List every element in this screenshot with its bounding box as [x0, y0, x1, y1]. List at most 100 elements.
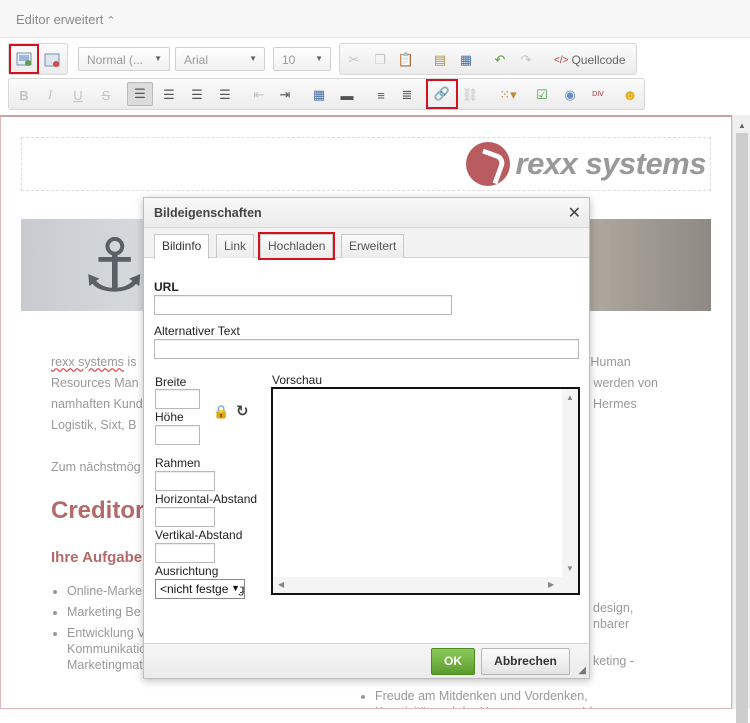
checkbox-icon: ☑: [536, 87, 548, 102]
scroll-left-icon[interactable]: ◀: [278, 580, 284, 589]
alt-text-input[interactable]: [154, 339, 579, 359]
div-button[interactable]: DIV: [588, 85, 608, 105]
reset-size-icon[interactable]: ↻: [236, 402, 249, 420]
tab-bildinfo[interactable]: Bildinfo: [154, 234, 210, 259]
preview-horizontal-scrollbar[interactable]: ◀ ▶: [273, 577, 562, 593]
paste-word-icon: ▦: [459, 52, 473, 67]
strike-icon: S: [101, 87, 111, 103]
resize-grip-icon[interactable]: ◢: [578, 665, 586, 676]
underline-button[interactable]: U: [68, 85, 88, 105]
paste-text-icon: ▤: [433, 52, 447, 67]
align-select[interactable]: <nicht festgelegt> ▼: [155, 579, 245, 599]
source-button[interactable]: </> Quellcode: [550, 49, 630, 71]
size-select[interactable]: 10 ▼: [273, 47, 331, 71]
dialog-tabs: Bildinfo Link Hochladen Erweitert: [144, 228, 589, 260]
size-select-value: 10: [282, 53, 296, 67]
image-preview: ▲ ▼ ◀ ▶: [271, 387, 580, 595]
flash-button[interactable]: [42, 50, 62, 70]
editor-scrollbar[interactable]: ▲: [732, 115, 750, 723]
image-properties-dialog: Bildeigenschaften ✕ Bildinfo Link Hochla…: [143, 197, 590, 679]
dialog-title: Bildeigenschaften: [154, 206, 262, 220]
tab-erweitert[interactable]: Erweitert: [341, 234, 405, 258]
unordered-list-button[interactable]: ≣: [397, 85, 417, 105]
anchor-icon: ⚓: [81, 224, 148, 307]
radio-icon: ◉: [564, 87, 576, 102]
paste-word-button[interactable]: ▦: [456, 50, 476, 70]
list-fragment: nbarer: [593, 617, 630, 631]
close-icon[interactable]: ✕: [568, 203, 581, 223]
radio-button[interactable]: ◉: [560, 85, 580, 105]
scroll-up-icon[interactable]: ▲: [566, 393, 574, 402]
tab-hochladen[interactable]: Hochladen: [257, 232, 336, 260]
link-button[interactable]: 🔗: [426, 79, 458, 109]
text-fragment: is: [123, 355, 137, 369]
smiley-button[interactable]: ☻: [620, 85, 640, 105]
scroll-down-icon[interactable]: ▼: [566, 564, 574, 573]
cut-button[interactable]: ✂: [344, 50, 364, 70]
undo-button[interactable]: ↶: [490, 50, 510, 70]
font-select[interactable]: Arial ▼: [175, 47, 265, 71]
align-center-button[interactable]: ☰: [159, 85, 179, 105]
url-input[interactable]: [154, 295, 452, 315]
copy-button[interactable]: ❐: [370, 50, 390, 70]
editor-mode-toggle[interactable]: Editor erweitert ⌃: [16, 12, 116, 27]
editor-mode-label: Editor erweitert: [16, 12, 104, 27]
text-fragment: Resources Man: [51, 376, 139, 390]
align-right-button[interactable]: ☰: [187, 85, 207, 105]
editor-header: Editor erweitert ⌃: [0, 0, 750, 38]
outdent-button[interactable]: ⇤: [249, 85, 269, 105]
preview-label: Vorschau: [272, 373, 323, 387]
dialog-header[interactable]: Bildeigenschaften ✕: [144, 198, 589, 228]
italic-icon: I: [47, 87, 53, 102]
source-icon: </>: [554, 54, 569, 66]
font-select-value: Arial: [184, 53, 209, 67]
bold-button[interactable]: B: [14, 85, 34, 105]
form-button[interactable]: ⁙▾: [493, 85, 523, 105]
scroll-up-icon[interactable]: ▲: [738, 121, 746, 130]
indent-button[interactable]: ⇥: [275, 85, 295, 105]
paste-text-button[interactable]: ▤: [430, 50, 450, 70]
vspace-input[interactable]: [155, 543, 215, 563]
width-label: Breite: [155, 375, 187, 389]
ok-button[interactable]: OK: [431, 648, 475, 675]
scroll-right-icon[interactable]: ▶: [548, 580, 554, 589]
cancel-button[interactable]: Abbrechen: [481, 648, 570, 675]
clipboard-group: ✂ ❐ 📋 ▤ ▦ ↶ ↷ </> Quellcode: [339, 43, 637, 75]
table-button[interactable]: ▦: [309, 85, 329, 105]
dialog-footer: OK Abbrechen ◢: [144, 643, 589, 678]
align-right-icon: ☰: [191, 87, 203, 102]
format-select-value: Normal (...: [87, 53, 144, 67]
hspace-input[interactable]: [155, 507, 215, 527]
smiley-icon: ☻: [622, 86, 638, 104]
strike-button[interactable]: S: [96, 85, 116, 105]
hr-button[interactable]: ▬: [337, 85, 357, 105]
checkbox-button[interactable]: ☑: [532, 85, 552, 105]
align-left-button[interactable]: ☰: [127, 82, 153, 106]
indent-icon: ⇥: [279, 87, 291, 102]
tab-link[interactable]: Link: [216, 234, 255, 258]
italic-button[interactable]: I: [40, 85, 60, 105]
collapse-icon: ⌃: [106, 15, 116, 27]
toolbar-row-1: Normal (... ▼ Arial ▼ 10 ▼ ✂ ❐ 📋 ▤ ▦ ↶ ↷ </…: [0, 43, 750, 75]
border-input[interactable]: [155, 471, 215, 491]
chevron-down-icon: ▼: [154, 54, 162, 63]
paste-button[interactable]: 📋: [396, 50, 416, 70]
link-icon: 🔗: [433, 86, 451, 101]
redo-button[interactable]: ↷: [516, 50, 536, 70]
rexx-logo-mark: [465, 142, 510, 186]
width-input[interactable]: [155, 389, 200, 409]
preview-vertical-scrollbar[interactable]: ▲ ▼: [562, 389, 578, 577]
format-select[interactable]: Normal (... ▼: [78, 47, 170, 71]
insert-group: [8, 43, 68, 75]
image-button[interactable]: [9, 44, 39, 74]
alt-text-label: Alternativer Text: [154, 324, 240, 338]
logo-container: rexx systems: [21, 137, 711, 191]
text-fragment: rexx systems: [51, 355, 124, 369]
lock-ratio-icon[interactable]: 🔒: [213, 404, 229, 420]
scrollbar-thumb[interactable]: [736, 133, 748, 723]
unlink-button[interactable]: ⛓: [460, 85, 480, 105]
height-input[interactable]: [155, 425, 200, 445]
ordered-list-button[interactable]: ≡: [371, 85, 391, 105]
justify-button[interactable]: ☰: [215, 85, 235, 105]
chevron-down-icon: ▼: [249, 54, 257, 63]
